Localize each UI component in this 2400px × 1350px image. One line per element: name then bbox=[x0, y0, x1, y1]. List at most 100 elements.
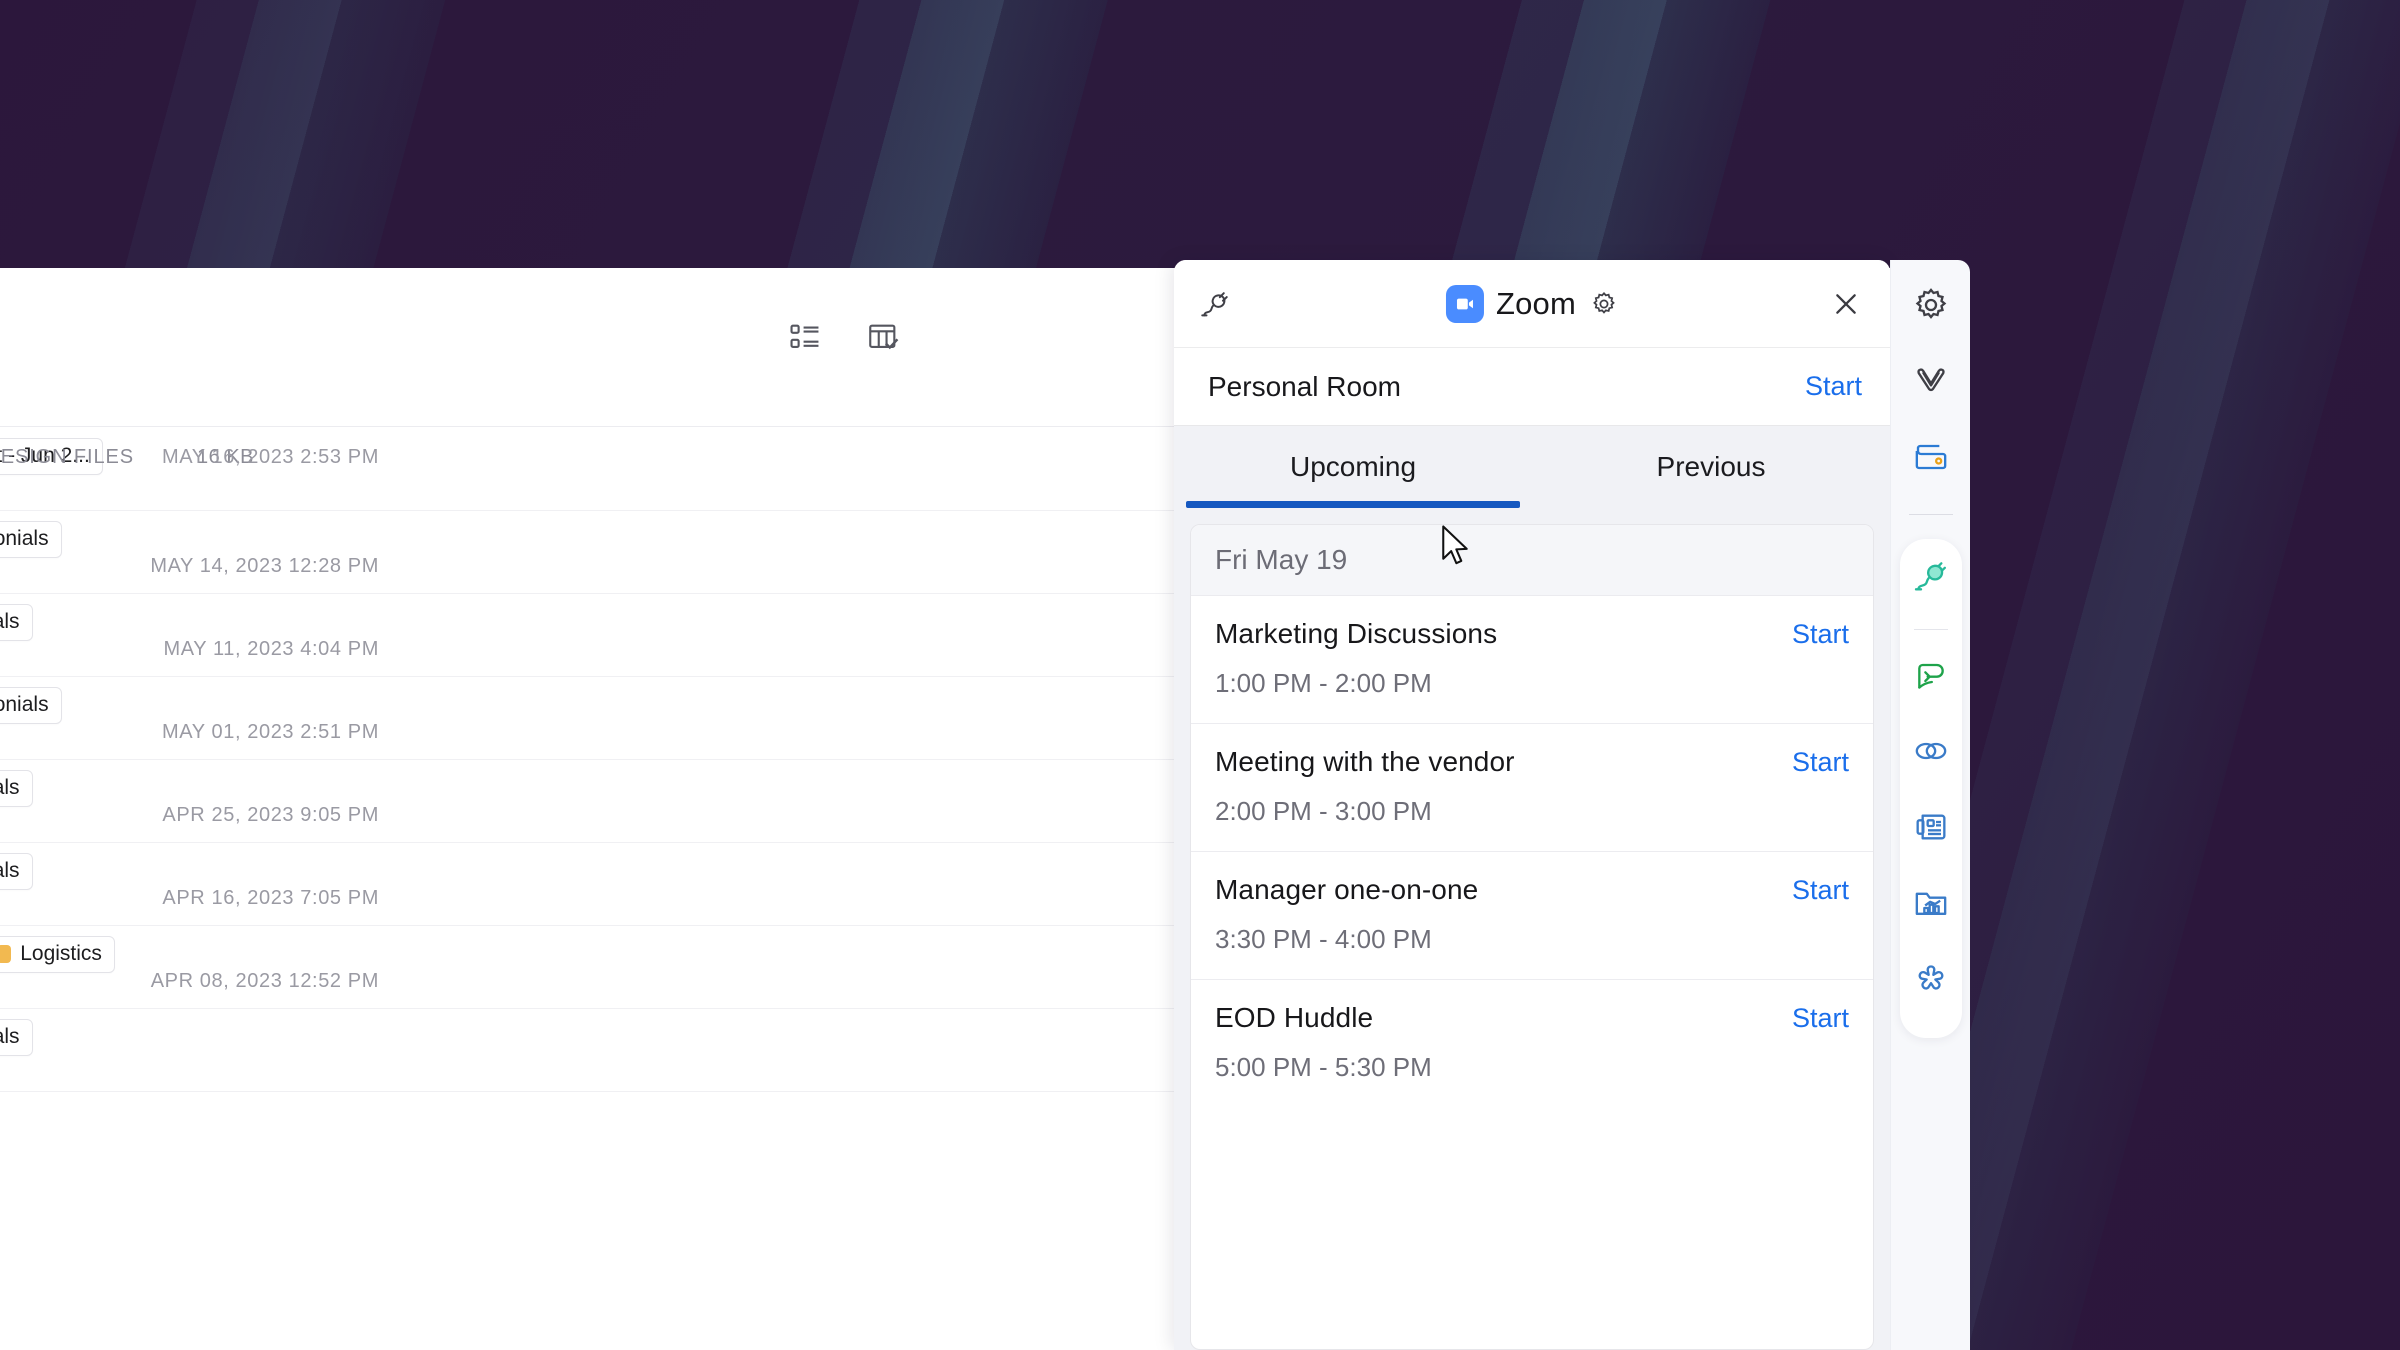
meeting-header-row: EOD Huddle Start bbox=[1215, 1002, 1849, 1034]
mail-tag[interactable]: Testimonials bbox=[0, 1019, 33, 1056]
tag-label: Logistics bbox=[20, 942, 102, 965]
paperclip-icon[interactable] bbox=[1908, 358, 1954, 404]
tag-label: Testimonials bbox=[0, 776, 20, 799]
meeting-item[interactable]: Marketing Discussions Start 1:00 PM - 2:00… bbox=[1191, 596, 1873, 724]
mail-toolbar bbox=[0, 268, 1174, 427]
zoom-panel-header: Zoom bbox=[1174, 260, 1890, 348]
mail-tag[interactable]: Testimonials bbox=[0, 770, 33, 807]
meeting-title: Meeting with the vendor bbox=[1215, 746, 1515, 777]
meeting-time: 3:30 PM - 4:00 PM bbox=[1215, 924, 1432, 954]
meeting-item[interactable]: Meeting with the vendor Start 2:00 PM - 3:… bbox=[1191, 724, 1873, 852]
mail-row-inner: vs GmailBlogTestimonialsMAY 01, 2023 2:5… bbox=[0, 677, 1174, 759]
personal-room-start-button[interactable]: Start bbox=[1805, 371, 1862, 402]
mail-date-label: APR 08, 2023 12:52 PM bbox=[150, 970, 379, 992]
wallet-icon[interactable] bbox=[1908, 434, 1954, 480]
mail-tag-group: BlogTestimonials bbox=[0, 687, 62, 724]
table-row[interactable]: TestimonialsEvent - Jun 2...DESIGN FILES… bbox=[0, 428, 1174, 511]
mail-list[interactable]: TestimonialsEvent - Jun 2...DESIGN FILES… bbox=[0, 428, 1174, 1350]
mail-row-inner: um.comTestimonials bbox=[0, 1009, 1174, 1091]
meeting-start-button[interactable]: Start bbox=[1792, 747, 1849, 778]
rail-inner-divider bbox=[1913, 629, 1948, 630]
gear-icon[interactable] bbox=[1590, 290, 1618, 318]
mail-tag-group: Testimonials bbox=[0, 853, 33, 890]
meeting-header-row: Marketing Discussions Start bbox=[1215, 618, 1849, 650]
list-view-icon[interactable] bbox=[788, 320, 822, 354]
app-icon-rail bbox=[1890, 260, 1970, 1350]
tag-label: Testimonials bbox=[0, 1025, 20, 1048]
contact-card-icon[interactable] bbox=[1908, 804, 1954, 850]
plug-icon[interactable] bbox=[1198, 287, 1232, 321]
tab-upcoming[interactable]: Upcoming bbox=[1174, 426, 1532, 508]
mail-tag[interactable]: Testimonials bbox=[0, 521, 62, 558]
mail-tag[interactable]: Logistics bbox=[0, 936, 115, 973]
mail-tag-group: Testimonials bbox=[0, 770, 33, 807]
mail-tag-group: Testimonials bbox=[0, 604, 33, 641]
tab-label: Upcoming bbox=[1289, 451, 1417, 482]
tag-label: Testimonials bbox=[0, 527, 49, 550]
mail-row-inner: gTestimonialsAPR 25, 2023 9:05 PM bbox=[0, 760, 1174, 842]
meeting-item[interactable]: Manager one-on-one Start 3:30 PM - 4:00 PM bbox=[1191, 852, 1873, 980]
mail-date-label: MAY 14, 2023 12:28 PM bbox=[150, 555, 379, 577]
table-row[interactable]: um.comTestimonials bbox=[0, 1009, 1174, 1092]
meeting-header-row: Manager one-on-one Start bbox=[1215, 874, 1849, 906]
meeting-title: Manager one-on-one bbox=[1215, 874, 1479, 905]
meeting-time: 1:00 PM - 2:00 PM bbox=[1215, 668, 1432, 698]
meeting-time: 2:00 PM - 3:00 PM bbox=[1215, 796, 1432, 826]
mail-tag-group: BlogTestimonials bbox=[0, 521, 62, 558]
asterisk-icon[interactable] bbox=[1908, 956, 1954, 1002]
meeting-time: 5:00 PM - 5:30 PM bbox=[1215, 1052, 1432, 1082]
tag-label: Testimonials bbox=[0, 859, 20, 882]
tab-label: Previous bbox=[1656, 451, 1766, 482]
rail-app-group bbox=[1899, 539, 1962, 1038]
meeting-title: EOD Huddle bbox=[1215, 1002, 1374, 1033]
tag-color-dot bbox=[0, 945, 12, 963]
mail-date-label: MAY 01, 2023 2:51 PM bbox=[162, 721, 379, 743]
leaf-chat-icon[interactable] bbox=[1908, 652, 1954, 698]
table-row[interactable]: @zillum.comTestimonialsAPR 16, 2023 7:05… bbox=[0, 843, 1174, 926]
meeting-header-row: Meeting with the vendor Start bbox=[1215, 746, 1849, 778]
link-rings-icon[interactable] bbox=[1908, 728, 1954, 774]
mail-date-label: MAY 11, 2023 4:04 PM bbox=[163, 638, 379, 660]
personal-room-row: Personal Room Start bbox=[1174, 348, 1890, 426]
meeting-start-button[interactable]: Start bbox=[1792, 1003, 1849, 1034]
zoom-logo-icon bbox=[1445, 284, 1484, 323]
zoom-panel-body: Fri May 19 Marketing Discussions Start 1:0… bbox=[1174, 508, 1890, 1350]
close-icon[interactable] bbox=[1830, 288, 1862, 320]
mail-tag-group: ...TestimonialsLogistics bbox=[0, 936, 115, 973]
mail-tag[interactable]: Testimonials bbox=[0, 853, 33, 890]
plug-icon[interactable] bbox=[1908, 553, 1954, 599]
zoom-panel-title: Zoom bbox=[1495, 285, 1577, 321]
day-card: Fri May 19 Marketing Discussions Start 1:0… bbox=[1190, 524, 1874, 1350]
table-view-icon[interactable] bbox=[866, 320, 900, 354]
day-header: Fri May 19 bbox=[1191, 525, 1873, 596]
zoom-extension-panel: Zoom Personal Room Start Upcoming Previou… bbox=[1174, 260, 1890, 1350]
table-row[interactable]: BlogTestimonials MAY 14, 2023 12:28 PM bbox=[0, 511, 1174, 594]
meeting-start-button[interactable]: Start bbox=[1792, 875, 1849, 906]
folder-chart-icon[interactable] bbox=[1908, 880, 1954, 926]
meeting-start-button[interactable]: Start bbox=[1792, 619, 1849, 650]
table-row[interactable]: vs GmailBlogTestimonialsMAY 01, 2023 2:5… bbox=[0, 677, 1174, 760]
mail-row-inner: application...TestimonialsLogisticsAPR 0… bbox=[0, 926, 1174, 1008]
tag-label: Testimonials bbox=[0, 693, 49, 716]
meeting-item[interactable]: EOD Huddle Start 5:00 PM - 5:30 PM bbox=[1191, 980, 1873, 1107]
table-row[interactable]: gTestimonialsAPR 25, 2023 9:05 PM bbox=[0, 760, 1174, 843]
mail-row-inner: @zillum.comTestimonialsAPR 16, 2023 7:05… bbox=[0, 843, 1174, 925]
tab-previous[interactable]: Previous bbox=[1532, 426, 1890, 508]
mail-date-label: APR 25, 2023 9:05 PM bbox=[162, 804, 379, 826]
personal-room-label: Personal Room bbox=[1208, 370, 1401, 402]
table-row[interactable]: application...TestimonialsLogisticsAPR 0… bbox=[0, 926, 1174, 1009]
mail-tag[interactable]: Testimonials bbox=[0, 687, 62, 724]
zoom-panel-tabs: Upcoming Previous bbox=[1174, 426, 1890, 508]
meeting-title: Marketing Discussions bbox=[1215, 618, 1498, 649]
table-row[interactable]: Testimonials MAY 11, 2023 4:04 PM bbox=[0, 594, 1174, 677]
rail-divider bbox=[1908, 514, 1953, 515]
mail-tag[interactable]: Testimonials bbox=[0, 604, 33, 641]
mail-tag-group: Testimonials bbox=[0, 1019, 33, 1056]
mail-row-inner: BlogTestimonials MAY 14, 2023 12:28 PM bbox=[0, 511, 1174, 593]
mail-row-inner: TestimonialsEvent - Jun 2...DESIGN FILES… bbox=[0, 428, 1174, 510]
mail-date-label: APR 16, 2023 7:05 PM bbox=[162, 887, 379, 909]
mail-date-label: MAY 16, 2023 2:53 PM bbox=[162, 446, 379, 468]
tag-label: Testimonials bbox=[0, 610, 20, 633]
gear-icon[interactable] bbox=[1908, 282, 1954, 328]
meeting-list: Marketing Discussions Start 1:00 PM - 2:00… bbox=[1191, 596, 1873, 1107]
